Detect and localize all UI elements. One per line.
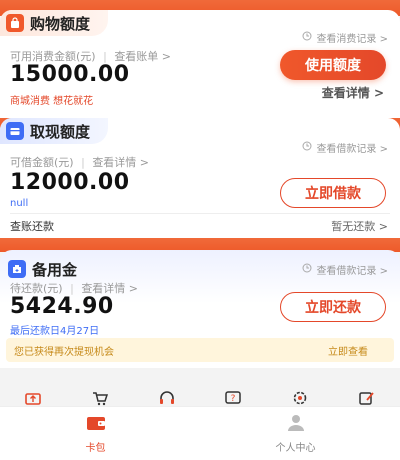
clock-icon (302, 141, 312, 154)
loan-record-label: 查看借款记录 > (316, 144, 388, 155)
tab-personal-center[interactable]: 个人中心 (276, 413, 316, 454)
shopping-amount: 15000.00 (10, 62, 130, 87)
clock-icon (302, 263, 312, 276)
borrowable-label: 可借金额(元) | 查看详情 > (10, 154, 149, 170)
reserve-amount: 5424.90 (10, 294, 114, 319)
tab-card-wallet[interactable]: 卡包 (85, 413, 107, 454)
notice-bar[interactable]: 您已获得再次提现机会 立即查看 (6, 338, 394, 362)
shopping-bag-icon (6, 14, 24, 32)
repay-row[interactable]: 查账还款 暂无还款 > (10, 218, 388, 234)
shopping-quota-title: 购物额度 (30, 14, 91, 33)
notice-action[interactable]: 立即查看 (328, 343, 368, 358)
consumption-record-label: 查看消费记录 > (316, 34, 388, 45)
shopping-quota-card: 购物额度 查看消费记录 > 可用消费金额(元) | 查看账单 > 15000.0… (0, 10, 400, 118)
reserve-loan-record-label: 查看借款记录 > (316, 266, 388, 277)
view-detail-link[interactable]: 查看详情 > (322, 84, 384, 101)
cash-quota-card: 取现额度 查看借款记录 > 可借金额(元) | 查看详情 > 12000.00 … (0, 118, 400, 238)
notice-text: 您已获得再次提现机会 (14, 346, 114, 358)
person-icon (285, 413, 307, 436)
reserve-loan-record-link[interactable]: 查看借款记录 > (302, 262, 388, 277)
use-quota-button[interactable]: 使用额度 (280, 50, 386, 80)
clock-icon (302, 31, 312, 44)
borrowable-text: 可借金额(元) (10, 156, 74, 169)
cash-note: null (10, 198, 29, 209)
borrow-now-button[interactable]: 立即借款 (280, 178, 386, 208)
svg-text:?: ? (231, 394, 236, 404)
reserve-fund-tag: 备用金 (0, 256, 95, 282)
tab-card-wallet-label: 卡包 (85, 443, 106, 454)
divider (10, 213, 390, 214)
wallet-icon (85, 413, 107, 436)
shopping-quota-tag: 购物额度 (0, 10, 109, 36)
app-screen: 购物额度 查看消费记录 > 可用消费金额(元) | 查看账单 > 15000.0… (0, 0, 400, 460)
loan-record-link[interactable]: 查看借款记录 > (302, 140, 388, 155)
cash-amount: 12000.00 (10, 170, 130, 195)
tab-personal-center-label: 个人中心 (275, 443, 316, 454)
view-detail-link[interactable]: 查看详情 > (92, 156, 149, 169)
repay-status: 暂无还款 > (331, 220, 388, 233)
check-repay-label: 查账还款 (10, 220, 54, 233)
cash-icon (6, 122, 24, 140)
reserve-icon (8, 260, 26, 278)
last-repay-date: 最后还款日4月27日 (10, 326, 100, 337)
reserve-fund-title: 备用金 (32, 260, 78, 279)
shopping-note: 商城消费 想花就花 (10, 96, 94, 107)
bottom-tab-bar: 卡包 个人中心 (0, 406, 400, 460)
cash-quota-tag: 取现额度 (0, 118, 109, 144)
cash-quota-title: 取现额度 (30, 122, 91, 141)
repay-now-button[interactable]: 立即还款 (280, 292, 386, 322)
separator: | (81, 156, 85, 169)
consumption-record-link[interactable]: 查看消费记录 > (302, 30, 388, 45)
